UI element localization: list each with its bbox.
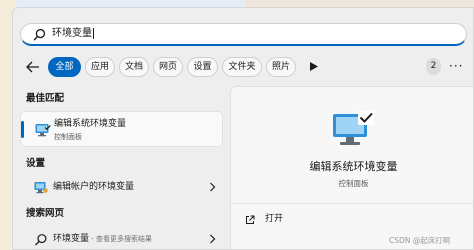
computer-monitor-checkmark-icon (35, 124, 51, 137)
watermark-text: CSDN @起床打啊 (389, 236, 451, 245)
search-icon (33, 28, 46, 41)
detail-title: 编辑系统环境变量 (309, 160, 398, 173)
web-search-hint: - 查看更多搜索结果 (89, 235, 152, 243)
search-query: 环境变量 (52, 28, 92, 39)
best-match-item[interactable]: 编辑系统环境变量 控制面板 (20, 111, 223, 147)
settings-item-label: 编辑帐户的环境变量 (53, 182, 135, 192)
chevron-right-icon (210, 182, 216, 192)
filter-chip-documents[interactable]: 文档 (119, 57, 149, 77)
web-search-label: 环境变量 - 查看更多搜索结果 (53, 234, 152, 245)
detail-pane: 编辑系统环境变量 控制面板 打开 (230, 86, 473, 249)
search-input[interactable]: 环境变量 (52, 27, 94, 41)
settings-item-account-env[interactable]: 编辑帐户的环境变量 (20, 176, 223, 200)
filter-chip-folders[interactable]: 文件夹 (222, 57, 262, 77)
search-icon (35, 234, 47, 246)
count-badge[interactable]: 2 (426, 58, 441, 75)
filter-chip-all[interactable]: 全部 (48, 57, 81, 77)
text-caret (93, 27, 94, 39)
open-action-button[interactable]: 打开 (265, 214, 283, 225)
best-match-title: 编辑系统环境变量 (54, 119, 127, 129)
section-title-best-match: 最佳匹配 (26, 93, 65, 104)
filter-chip-apps[interactable]: 应用 (85, 57, 115, 77)
selection-indicator (21, 121, 24, 138)
filter-chip-web[interactable]: 网页 (153, 57, 183, 77)
filter-chip-photos[interactable]: 照片 (266, 57, 296, 77)
account-environment-icon (34, 182, 48, 194)
section-title-settings: 设置 (26, 158, 46, 169)
search-panel: 环境变量 全部 应用 文档 网页 设置 文件夹 照片 2 ··· 最佳匹配 编辑… (12, 7, 474, 250)
back-arrow-icon[interactable] (25, 60, 41, 74)
detail-subtitle: 控制面板 (338, 179, 369, 188)
web-search-item[interactable]: 环境变量 - 查看更多搜索结果 (20, 228, 223, 249)
web-search-query: 环境变量 (53, 234, 90, 244)
divider (231, 203, 473, 204)
more-filters-play-icon[interactable] (310, 62, 318, 71)
open-external-icon[interactable] (245, 215, 255, 225)
best-match-subtitle: 控制面板 (54, 133, 82, 141)
filter-chip-settings[interactable]: 设置 (187, 57, 218, 77)
section-title-web: 搜索网页 (26, 208, 65, 219)
computer-monitor-checkmark-icon (333, 111, 374, 145)
more-options-button[interactable]: ··· (449, 60, 463, 72)
search-box[interactable]: 环境变量 (20, 23, 467, 46)
chevron-right-icon (210, 234, 216, 244)
